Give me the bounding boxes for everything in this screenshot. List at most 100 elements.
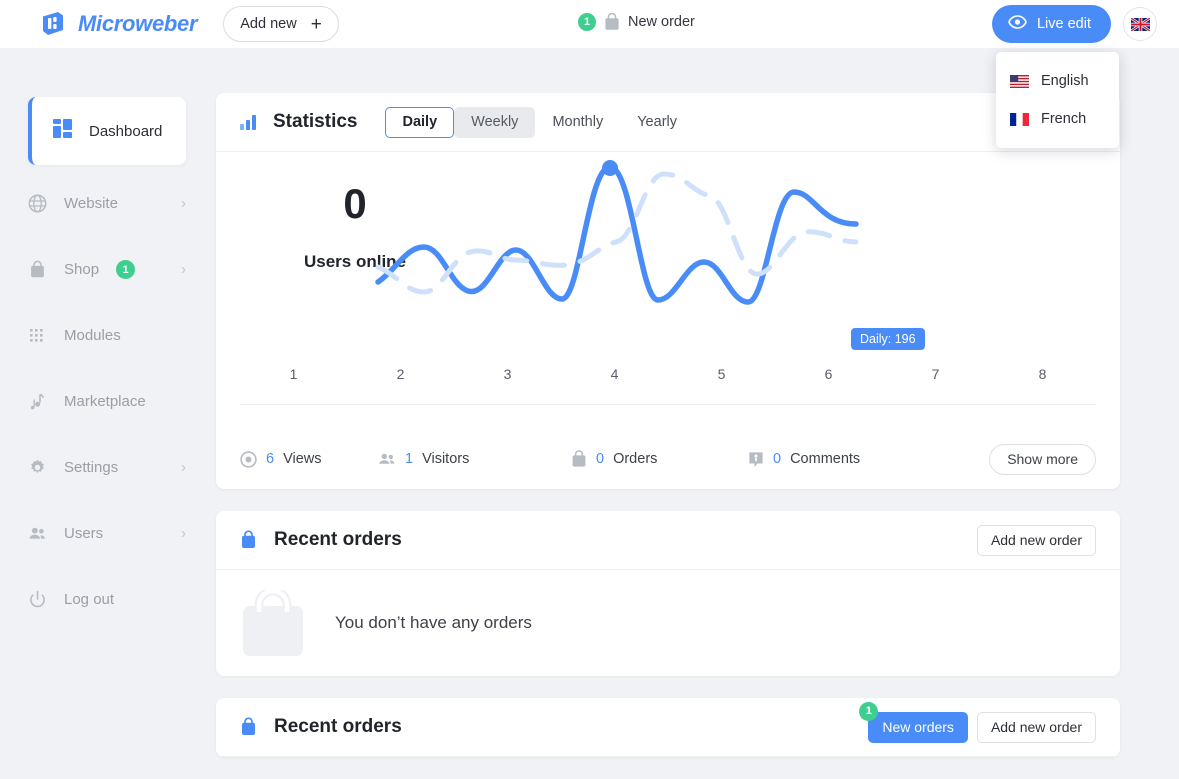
stat-label: Visitors bbox=[422, 451, 470, 467]
sidebar-item-label: Settings bbox=[64, 459, 119, 476]
stat-orders[interactable]: 0 Orders bbox=[571, 450, 748, 468]
stat-label: Views bbox=[283, 451, 322, 467]
recent-orders-card-1: Recent orders Add new order You don’t ha… bbox=[216, 511, 1120, 676]
statistics-card-header: Statistics Daily Weekly Monthly Yearly bbox=[216, 93, 1120, 152]
chart-tooltip: Daily: 196 bbox=[851, 328, 925, 350]
header-actions: Live edit bbox=[991, 5, 1157, 43]
plus-icon: + bbox=[310, 13, 322, 35]
language-option-label: English bbox=[1041, 73, 1089, 89]
brand-name: Microweber bbox=[78, 11, 198, 36]
new-order-label: New order bbox=[628, 14, 695, 30]
chart-x-axis: 1 2 3 4 5 6 7 8 bbox=[216, 366, 1120, 382]
stat-label: Comments bbox=[790, 451, 861, 467]
add-new-button[interactable]: Add new + bbox=[223, 6, 339, 42]
stat-views[interactable]: 6 Views bbox=[240, 450, 378, 468]
bar-chart-icon bbox=[240, 114, 257, 130]
axis-tick: 4 bbox=[610, 366, 619, 382]
sidebar-item-label: Log out bbox=[64, 591, 115, 608]
sidebar-item-label: Dashboard bbox=[89, 122, 163, 140]
flag-fr-icon bbox=[1010, 112, 1029, 126]
sidebar-item-settings[interactable]: Settings › bbox=[28, 447, 186, 488]
sidebar-item-logout[interactable]: Log out bbox=[28, 579, 186, 620]
marketplace-icon bbox=[28, 392, 47, 411]
power-icon bbox=[28, 590, 47, 609]
live-edit-label: Live edit bbox=[1036, 16, 1091, 32]
recent-orders-header: Recent orders 1 New orders Add new order bbox=[216, 698, 1120, 757]
sidebar-shop-badge: 1 bbox=[116, 260, 136, 279]
dashboard-grid-icon bbox=[53, 119, 72, 143]
flag-us-icon bbox=[1010, 74, 1029, 88]
sidebar-item-dashboard[interactable]: Dashboard bbox=[28, 97, 186, 165]
stat-value: 1 bbox=[405, 451, 414, 467]
gear-icon bbox=[28, 458, 47, 477]
stat-visitors[interactable]: 1 Visitors bbox=[378, 451, 571, 467]
stat-label: Orders bbox=[613, 451, 658, 467]
bag-icon bbox=[240, 530, 257, 550]
bag-icon bbox=[240, 717, 257, 737]
add-new-label: Add new bbox=[240, 16, 297, 32]
recent-orders-card-2: Recent orders 1 New orders Add new order bbox=[216, 698, 1120, 757]
sidebar-item-label: Shop bbox=[64, 261, 100, 278]
new-orders-button[interactable]: New orders bbox=[868, 711, 968, 743]
brand-logo[interactable]: Microweber bbox=[38, 9, 198, 39]
sidebar-item-label: Website bbox=[64, 195, 118, 212]
recent-orders-empty-state: You don’t have any orders bbox=[216, 570, 1120, 676]
recent-orders-actions: 1 New orders Add new order bbox=[859, 701, 1096, 743]
grid-dots-icon bbox=[28, 326, 47, 345]
statistics-line-chart[interactable] bbox=[216, 152, 1120, 367]
add-new-order-button[interactable]: Add new order bbox=[976, 711, 1096, 743]
sidebar-item-label: Users bbox=[64, 525, 104, 542]
sidebar-item-website[interactable]: Website › bbox=[28, 183, 186, 224]
language-option-english[interactable]: English bbox=[996, 62, 1119, 100]
statistics-period-tabs: Daily Weekly Monthly Yearly bbox=[385, 106, 694, 138]
chevron-right-icon: › bbox=[181, 525, 186, 542]
sidebar-item-shop[interactable]: Shop 1 › bbox=[28, 249, 186, 290]
section-title: Recent orders bbox=[274, 716, 402, 737]
add-new-order-button[interactable]: Add new order bbox=[976, 524, 1096, 556]
sidebar-item-users[interactable]: Users › bbox=[28, 513, 186, 554]
sidebar-item-modules[interactable]: Modules bbox=[28, 315, 186, 356]
language-option-french[interactable]: French bbox=[996, 100, 1119, 138]
axis-tick: 1 bbox=[289, 366, 298, 382]
empty-state-text: You don’t have any orders bbox=[335, 613, 532, 632]
main-content: Statistics Daily Weekly Monthly Yearly 0… bbox=[216, 48, 1179, 779]
tab-weekly[interactable]: Weekly bbox=[454, 106, 536, 138]
recent-orders-header: Recent orders Add new order bbox=[216, 511, 1120, 570]
stat-comments[interactable]: 0 Comments bbox=[748, 451, 860, 468]
tab-yearly[interactable]: Yearly bbox=[620, 107, 694, 138]
statistics-footer: 6 Views 1 Visitors 0 Orders 0 Comments S… bbox=[216, 429, 1120, 489]
language-dropdown-menu: English French bbox=[996, 52, 1119, 148]
shopping-bag-icon bbox=[604, 12, 620, 31]
eye-circle-icon bbox=[240, 450, 257, 468]
sidebar: Dashboard Website › Shop 1 › Modules Mar… bbox=[0, 48, 212, 731]
chevron-right-icon: › bbox=[181, 459, 186, 476]
tab-daily[interactable]: Daily bbox=[385, 106, 455, 138]
sidebar-item-marketplace[interactable]: Marketplace bbox=[28, 381, 186, 422]
chart-highlight-point bbox=[602, 160, 618, 176]
flag-uk-icon bbox=[1130, 17, 1150, 31]
top-header: Microweber Add new + 1 New order Live ed… bbox=[0, 0, 1179, 48]
new-orders-button-wrap: 1 New orders bbox=[859, 701, 968, 743]
language-switcher-button[interactable] bbox=[1123, 7, 1157, 41]
show-more-button[interactable]: Show more bbox=[989, 443, 1096, 475]
tab-monthly[interactable]: Monthly bbox=[535, 107, 620, 138]
page-title: Statistics bbox=[273, 111, 358, 132]
chevron-right-icon: › bbox=[181, 195, 186, 212]
new-order-indicator[interactable]: 1 New order bbox=[578, 12, 695, 31]
statistics-card: Statistics Daily Weekly Monthly Yearly 0… bbox=[216, 93, 1120, 489]
eye-icon bbox=[1008, 15, 1027, 33]
statistics-chart-area: 0 Users online Daily: 196 1 2 3 4 5 6 7 … bbox=[216, 152, 1120, 429]
sidebar-item-label: Modules bbox=[64, 327, 121, 344]
bag-icon bbox=[571, 450, 587, 468]
axis-tick: 7 bbox=[931, 366, 940, 382]
divider bbox=[240, 404, 1096, 405]
recent-orders-actions: Add new order bbox=[976, 524, 1096, 556]
sidebar-item-label: Marketplace bbox=[64, 393, 146, 410]
section-title: Recent orders bbox=[274, 529, 402, 550]
stat-value: 6 bbox=[266, 451, 275, 467]
bag-icon bbox=[28, 260, 47, 279]
axis-tick: 5 bbox=[717, 366, 726, 382]
live-edit-button[interactable]: Live edit bbox=[991, 5, 1111, 43]
axis-tick: 2 bbox=[396, 366, 405, 382]
globe-icon bbox=[28, 194, 47, 213]
